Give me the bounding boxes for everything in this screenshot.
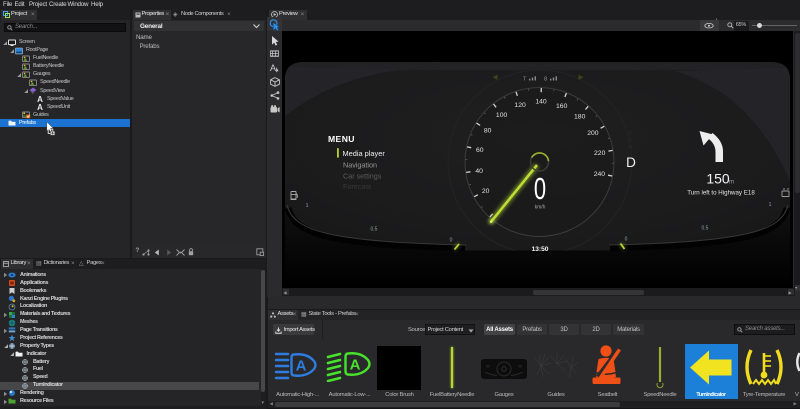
svg-text:80: 80 — [484, 128, 492, 135]
svg-text:A: A — [37, 103, 43, 111]
svg-text:240: 240 — [594, 171, 606, 178]
svg-text:20: 20 — [482, 188, 490, 195]
svg-text:Media player: Media player — [343, 149, 386, 158]
svg-text:A: A — [270, 63, 276, 73]
svg-text:0: 0 — [534, 171, 546, 205]
svg-text:R: R — [628, 138, 632, 144]
svg-text:1: 1 — [306, 203, 309, 209]
svg-text:100: 100 — [496, 112, 508, 119]
svg-text:8: 8 — [544, 77, 547, 83]
svg-text:D: D — [626, 155, 636, 170]
svg-text:MENU: MENU — [328, 134, 355, 144]
svg-text:0.5: 0.5 — [702, 226, 709, 232]
svg-text:13:50: 13:50 — [532, 246, 549, 253]
svg-text:0.5: 0.5 — [371, 227, 378, 233]
svg-text:km/h: km/h — [535, 205, 546, 211]
svg-text:200: 200 — [587, 130, 599, 137]
svg-text:0: 0 — [625, 237, 628, 243]
svg-text:60: 60 — [476, 147, 484, 154]
svg-text:N: N — [628, 145, 632, 151]
svg-text:A: A — [296, 358, 307, 375]
svg-text:40: 40 — [475, 168, 483, 175]
svg-text:120: 120 — [514, 102, 526, 109]
svg-text:T: T — [523, 77, 527, 83]
svg-text:0: 0 — [450, 238, 453, 244]
svg-text:Car settings: Car settings — [343, 171, 382, 180]
svg-text:220: 220 — [594, 150, 606, 157]
svg-text:Navigation: Navigation — [343, 161, 377, 170]
svg-text:1: 1 — [769, 202, 772, 208]
svg-text:150: 150 — [706, 171, 730, 187]
svg-text:A: A — [350, 357, 361, 374]
svg-text:140: 140 — [535, 99, 547, 106]
svg-text:A: A — [37, 95, 43, 103]
svg-text:Forecast: Forecast — [343, 182, 371, 191]
svg-text:Turn left to Highway E18: Turn left to Highway E18 — [687, 190, 755, 197]
svg-text:m: m — [729, 180, 734, 186]
svg-text:160: 160 — [556, 103, 568, 110]
svg-text:180: 180 — [574, 114, 586, 121]
